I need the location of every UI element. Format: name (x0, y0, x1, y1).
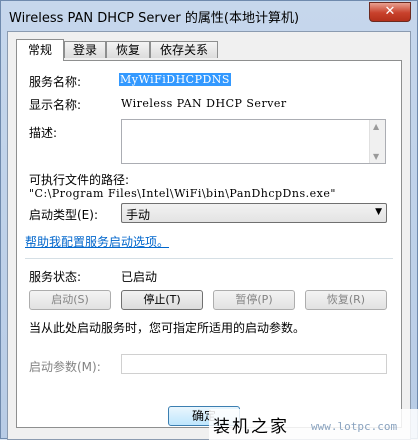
stop-button[interactable]: 停止(T) (121, 290, 203, 310)
resume-button[interactable]: 恢复(R) (305, 290, 387, 310)
watermark-brand: 装机之家 (213, 417, 289, 437)
description-label: 描述: (29, 126, 58, 140)
startup-type-label: 启动类型(E): (29, 208, 98, 222)
watermark-url: www.lotpc.com (311, 420, 398, 433)
pause-button[interactable]: 暂停(P) (213, 290, 295, 310)
divider (25, 258, 393, 259)
start-button[interactable]: 启动(S) (29, 290, 111, 310)
tab-logon[interactable]: 登录 (64, 41, 106, 58)
start-params-hint: 当从此处启动服务时，您可指定所适用的启动参数。 (29, 321, 306, 335)
service-name-value[interactable]: MyWiFiDHCPDNS (119, 73, 231, 86)
tab-dependencies[interactable]: 依存关系 (150, 41, 218, 58)
startup-type-value: 手动 (126, 208, 151, 222)
chevron-down-icon: ▼ (375, 207, 382, 217)
window-title: Wireless PAN DHCP Server 的属性(本地计算机) (9, 11, 300, 26)
close-icon[interactable]: ✕ (369, 2, 411, 22)
start-params-label: 启动参数(M): (29, 360, 101, 374)
help-configure-link[interactable]: 帮助我配置服务启动选项。 (25, 233, 169, 250)
description-field[interactable]: ▲ ▼ (121, 119, 386, 164)
watermark: 装机之家 www.lotpc.com (209, 409, 418, 440)
tab-recovery[interactable]: 恢复 (106, 41, 150, 58)
display-name-value[interactable]: Wireless PAN DHCP Server (121, 97, 287, 110)
display-name-label: 显示名称: (29, 98, 82, 112)
general-tab-panel: 服务名称: MyWiFiDHCPDNS 显示名称: Wireless PAN D… (16, 60, 402, 428)
exe-path-label: 可执行文件的路径: (29, 173, 130, 187)
status-value: 已启动 (121, 270, 158, 284)
service-name-label: 服务名称: (29, 75, 82, 89)
scroll-up-icon[interactable]: ▲ (373, 122, 379, 131)
title-bar: Wireless PAN DHCP Server 的属性(本地计算机) ✕ (1, 1, 417, 29)
properties-dialog: Wireless PAN DHCP Server 的属性(本地计算机) ✕ 常规… (0, 0, 418, 440)
dialog-client-area: 常规 登录 恢复 依存关系 服务名称: MyWiFiDHCPDNS 显示名称: … (7, 31, 411, 440)
start-params-input[interactable] (121, 354, 387, 374)
status-label: 服务状态: (29, 270, 82, 284)
tab-general[interactable]: 常规 (16, 39, 64, 61)
startup-type-select[interactable]: 手动 ▼ (121, 203, 387, 223)
description-scrollbar[interactable]: ▲ ▼ (369, 120, 385, 163)
scroll-down-icon[interactable]: ▼ (373, 152, 379, 161)
exe-path-value[interactable]: "C:\Program Files\Intel\WiFi\bin\PanDhcp… (29, 187, 336, 200)
